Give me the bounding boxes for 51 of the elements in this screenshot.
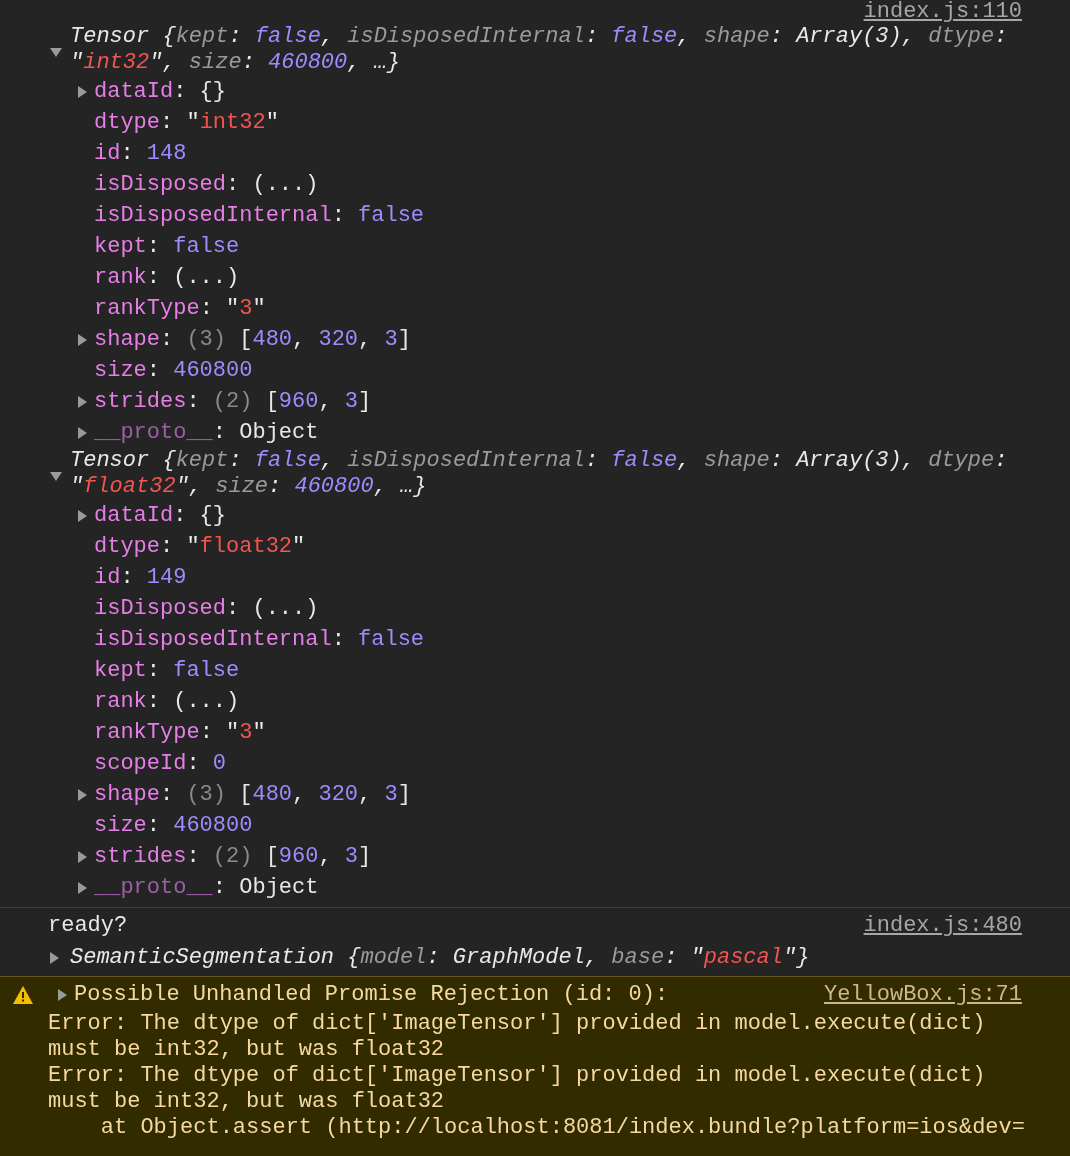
property-text: rank: (...) bbox=[94, 687, 240, 716]
expand-triangle-icon[interactable] bbox=[48, 952, 60, 964]
warning-title[interactable]: Possible Unhandled Promise Rejection (id: 0): bbox=[74, 979, 824, 1011]
property-text: isDisposedInternal: false bbox=[94, 201, 425, 230]
property-text: size: 460800 bbox=[94, 356, 253, 385]
object-summary[interactable]: Tensor {kept: false, isDisposedInternal: false, shape: Array(3), dtype: "float32", size: 460800, …} bbox=[70, 448, 1022, 500]
expand-triangle-icon[interactable] bbox=[76, 85, 88, 98]
property-text: isDisposedInternal: false bbox=[94, 625, 425, 654]
expand-triangle-icon[interactable] bbox=[76, 333, 88, 346]
property-text: dtype: "int32" bbox=[94, 108, 279, 137]
source-link[interactable]: YellowBox.js:71 bbox=[823, 979, 1022, 1011]
property-text: scopeId: 0 bbox=[94, 749, 227, 778]
property-text: kept: false bbox=[94, 232, 240, 261]
property-text: strides: (2) [960, 3] bbox=[94, 842, 372, 871]
object-summary[interactable]: Tensor {kept: false, isDisposedInternal: false, shape: Array(3), dtype: "int32", size: 460800, …} bbox=[70, 24, 1022, 76]
warning-icon bbox=[13, 986, 33, 1004]
expand-triangle-icon[interactable] bbox=[76, 426, 88, 439]
object-summary[interactable]: SemanticSegmentation {model: GraphModel, base: "pascal"} bbox=[70, 942, 810, 974]
property-text: id: 148 bbox=[94, 139, 187, 168]
error-text: Error: The dtype of dict['ImageTensor'] provided in model.execute(dict) bbox=[48, 1011, 987, 1037]
expand-triangle-icon[interactable] bbox=[76, 788, 88, 801]
property-text: id: 149 bbox=[94, 563, 187, 592]
property-text: rankType: "3" bbox=[94, 718, 266, 747]
expand-triangle-icon[interactable] bbox=[76, 881, 88, 894]
property-text: strides: (2) [960, 3] bbox=[94, 387, 372, 416]
collapse-triangle-icon[interactable] bbox=[50, 470, 62, 482]
expand-triangle-icon[interactable] bbox=[56, 989, 68, 1001]
property-text: kept: false bbox=[94, 656, 240, 685]
property-text: rankType: "3" bbox=[94, 294, 266, 323]
expand-triangle-icon[interactable] bbox=[76, 509, 88, 522]
property-text: size: 460800 bbox=[94, 811, 253, 840]
property-text: dtype: "float32" bbox=[94, 532, 306, 561]
property-text: shape: (3) [480, 320, 3] bbox=[94, 780, 411, 809]
error-text: at Object.assert (http://localhost:8081/index.bundle?platform=ios&dev= bbox=[99, 1115, 1022, 1141]
property-text: isDisposed: (...) bbox=[94, 170, 319, 199]
log-text: ready? bbox=[48, 912, 128, 940]
source-link[interactable]: index.js:110 bbox=[863, 0, 1022, 24]
property-text: __proto__: Object bbox=[94, 418, 319, 447]
expand-triangle-icon[interactable] bbox=[76, 850, 88, 863]
property-text: dataId: {} bbox=[94, 77, 227, 106]
error-text: Error: The dtype of dict['ImageTensor'] provided in model.execute(dict) bbox=[48, 1063, 987, 1089]
property-text: shape: (3) [480, 320, 3] bbox=[94, 325, 411, 354]
error-text: must be int32, but was float32 bbox=[48, 1037, 446, 1063]
expand-triangle-icon[interactable] bbox=[76, 395, 88, 408]
property-text: __proto__: Object bbox=[94, 873, 319, 902]
property-text: isDisposed: (...) bbox=[94, 594, 319, 623]
property-text: dataId: {} bbox=[94, 501, 227, 530]
error-text: must be int32, but was float32 bbox=[48, 1089, 446, 1115]
source-link[interactable]: index.js:480 bbox=[863, 910, 1022, 942]
property-text: rank: (...) bbox=[94, 263, 240, 292]
collapse-triangle-icon[interactable] bbox=[50, 46, 62, 58]
